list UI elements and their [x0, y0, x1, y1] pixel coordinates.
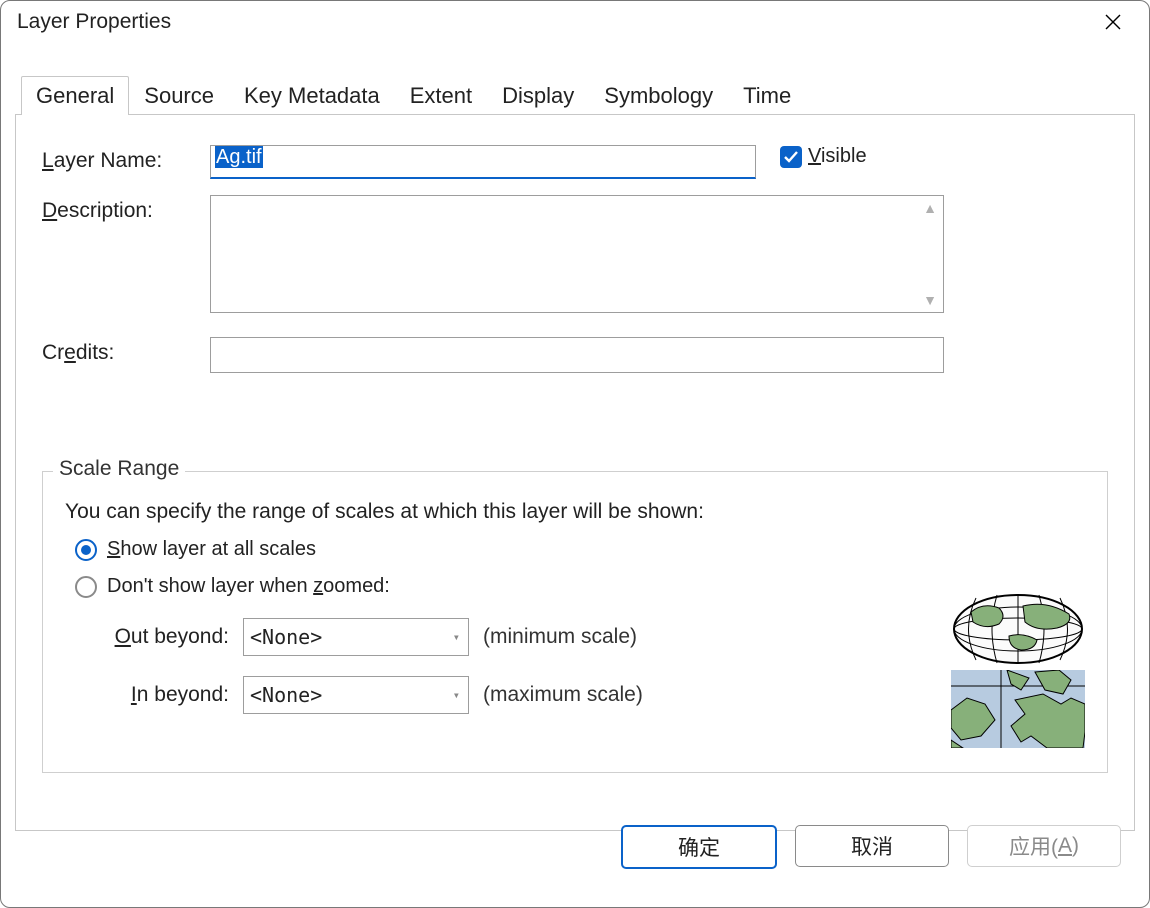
scale-range-group: Scale Range You can specify the range of…	[42, 471, 1108, 773]
visible-label: Visible	[808, 145, 867, 168]
out-beyond-hint: (minimum scale)	[483, 625, 637, 649]
tab-general[interactable]: General	[21, 76, 129, 115]
scale-range-legend: Scale Range	[53, 457, 185, 481]
radio-show-all-scales[interactable]: Show layer at all scales	[65, 538, 1085, 561]
out-beyond-combo[interactable]: <None> ▾	[243, 618, 469, 656]
checkbox-box	[780, 146, 802, 168]
chevron-down-icon: ▾	[453, 630, 460, 644]
in-beyond-value: <None>	[250, 683, 322, 707]
apply-button[interactable]: 应用(A)	[967, 825, 1121, 867]
tab-panel-general: Layer Name: Ag.tif Visible	[15, 115, 1135, 831]
radio-show-all-label: Show layer at all scales	[107, 538, 316, 561]
credits-label: Credits:	[42, 337, 210, 365]
scale-range-description: You can specify the range of scales at w…	[65, 500, 1085, 524]
in-beyond-row: In beyond: <None> ▾ (maximum scale)	[65, 676, 1085, 714]
credits-row: Credits:	[42, 337, 1108, 373]
radio-dont-show-zoomed[interactable]: Don't show layer when zoomed:	[65, 575, 1085, 598]
tab-strip: General Source Key Metadata Extent Displ…	[15, 71, 1135, 115]
window-title: Layer Properties	[17, 10, 171, 34]
visible-checkbox[interactable]: Visible	[780, 145, 867, 168]
tab-source[interactable]: Source	[129, 76, 229, 115]
scroll-up-icon[interactable]: ▲	[923, 200, 937, 216]
checkmark-icon	[783, 149, 799, 165]
description-row: Description: ▲ ▼	[42, 195, 1108, 313]
in-beyond-combo[interactable]: <None> ▾	[243, 676, 469, 714]
out-beyond-row: Out beyond: <None> ▾ (minimum scale)	[65, 618, 1085, 656]
scroll-down-icon[interactable]: ▼	[923, 292, 937, 308]
dialog-footer: 确定 取消 应用(A)	[621, 825, 1121, 869]
tab-time[interactable]: Time	[728, 76, 806, 115]
credits-input[interactable]	[210, 337, 944, 373]
close-button[interactable]	[1093, 2, 1133, 42]
layer-name-input[interactable]: Ag.tif	[210, 145, 756, 179]
tab-key-metadata[interactable]: Key Metadata	[229, 76, 395, 115]
in-beyond-label: In beyond:	[109, 683, 229, 707]
tab-display[interactable]: Display	[487, 76, 589, 115]
layer-name-label: Layer Name:	[42, 145, 210, 173]
layer-name-row: Layer Name: Ag.tif Visible	[42, 145, 1108, 179]
globe-image-icon	[951, 592, 1085, 666]
close-icon	[1105, 14, 1121, 30]
zoomed-map-image-icon	[951, 670, 1085, 748]
out-beyond-value: <None>	[250, 625, 322, 649]
out-beyond-label: Out beyond:	[109, 625, 229, 649]
description-textarea[interactable]: ▲ ▼	[210, 195, 944, 313]
radio-dont-show-label: Don't show layer when zoomed:	[107, 575, 390, 598]
description-label: Description:	[42, 195, 210, 223]
layer-name-value: Ag.tif	[215, 146, 263, 168]
tab-extent[interactable]: Extent	[395, 76, 487, 115]
radio-icon	[75, 539, 97, 561]
ok-button[interactable]: 确定	[621, 825, 777, 869]
radio-icon	[75, 576, 97, 598]
tab-symbology[interactable]: Symbology	[589, 76, 728, 115]
chevron-down-icon: ▾	[453, 688, 460, 702]
content-area: General Source Key Metadata Extent Displ…	[15, 71, 1135, 887]
in-beyond-hint: (maximum scale)	[483, 683, 643, 707]
titlebar: Layer Properties	[1, 1, 1149, 43]
layer-properties-dialog: Layer Properties General Source Key Meta…	[0, 0, 1150, 908]
cancel-button[interactable]: 取消	[795, 825, 949, 867]
scale-preview-images	[951, 592, 1085, 748]
